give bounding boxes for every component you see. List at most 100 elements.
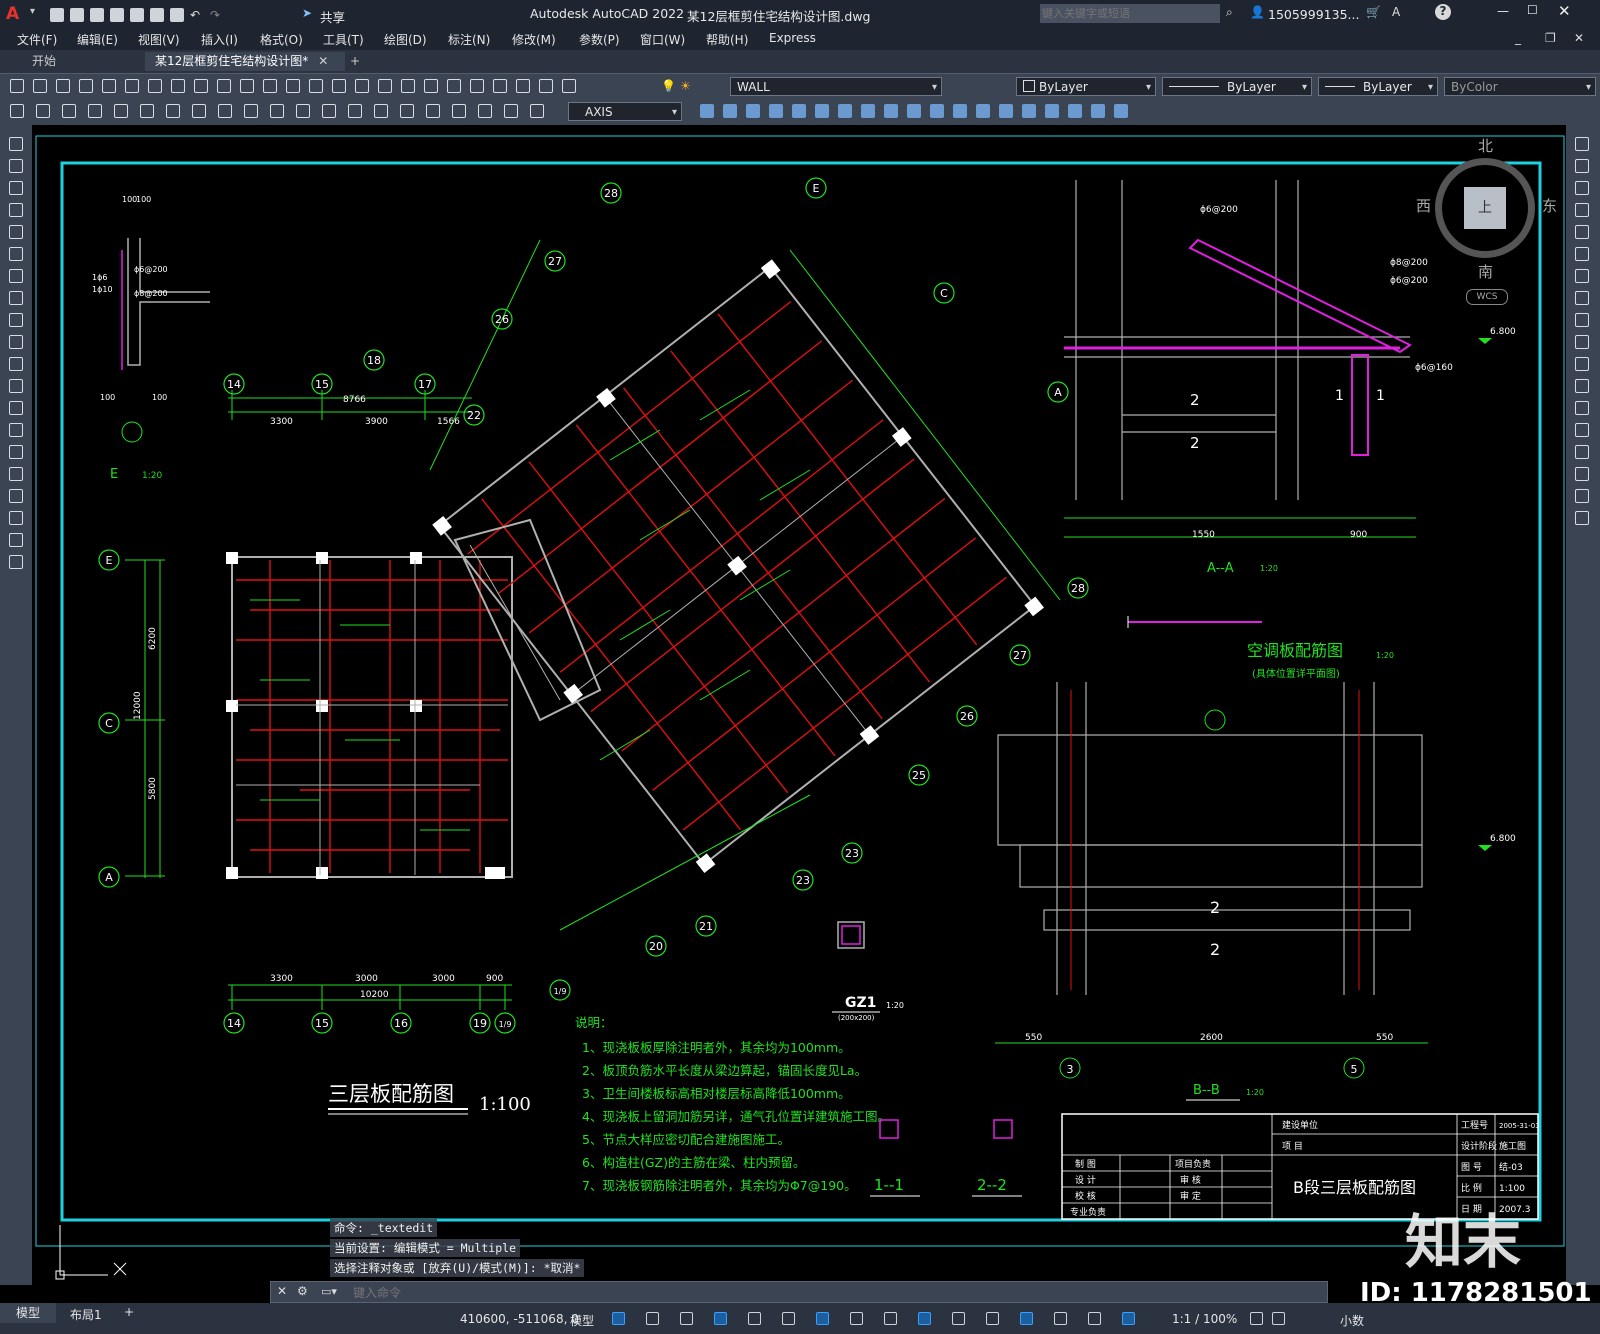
search-box[interactable] xyxy=(1040,4,1220,23)
blend-icon[interactable] xyxy=(1575,489,1589,503)
layer-props-icon[interactable] xyxy=(562,79,576,93)
undo-icon[interactable] xyxy=(263,79,277,93)
explode-icon[interactable] xyxy=(1575,511,1589,525)
dim-break-icon[interactable] xyxy=(322,104,336,118)
close-icon[interactable]: ✕ xyxy=(1558,2,1571,20)
save-icon[interactable] xyxy=(90,7,104,22)
construction-line-icon[interactable] xyxy=(9,159,23,173)
offset-icon[interactable] xyxy=(1575,203,1589,217)
model-space-toggle[interactable]: 模型 xyxy=(570,1312,594,1329)
spline-icon[interactable] xyxy=(9,313,23,327)
viewcube-east[interactable]: 东 xyxy=(1542,195,1557,216)
erase-icon[interactable] xyxy=(1575,137,1589,151)
table-icon[interactable] xyxy=(9,511,23,525)
fillet-icon[interactable] xyxy=(1575,467,1589,481)
menu-modify[interactable]: 修改(M) xyxy=(512,31,556,48)
hatch-icon[interactable] xyxy=(9,445,23,459)
doc-restore-icon[interactable]: ❐ xyxy=(1545,31,1556,45)
dim-baseline-icon[interactable] xyxy=(244,104,258,118)
command-input[interactable] xyxy=(351,1283,1255,1303)
break-point-icon[interactable] xyxy=(1575,379,1589,393)
block-editor-icon[interactable] xyxy=(723,104,737,118)
match-icon[interactable] xyxy=(240,79,254,93)
viewcube-top-face[interactable]: 上 xyxy=(1464,187,1506,229)
toolpalette-icon[interactable] xyxy=(447,79,461,93)
redo-icon[interactable]: ↷ xyxy=(210,8,224,22)
dimstyle-dropdown[interactable]: AXIS xyxy=(568,102,682,122)
viewcube-west[interactable]: 西 xyxy=(1416,195,1431,216)
field-icon[interactable] xyxy=(838,104,852,118)
search-icon[interactable]: ⌕ xyxy=(1226,5,1233,20)
jogged-linear-icon[interactable] xyxy=(426,104,440,118)
mirror-icon[interactable] xyxy=(1575,181,1589,195)
region-icon[interactable] xyxy=(930,104,944,118)
circle-icon[interactable] xyxy=(9,269,23,283)
sheetset-icon[interactable] xyxy=(470,79,484,93)
cart-icon[interactable]: 🛒 xyxy=(1366,5,1381,19)
zoom-window-icon[interactable] xyxy=(355,79,369,93)
dim-aligned-icon[interactable] xyxy=(36,104,50,118)
gizmo-icon[interactable] xyxy=(1054,1312,1067,1325)
3d-osnap-icon[interactable] xyxy=(952,1312,965,1325)
menu-tools[interactable]: 工具(T) xyxy=(323,31,364,48)
dim-arc-icon[interactable] xyxy=(62,104,76,118)
menu-window[interactable]: 窗口(W) xyxy=(640,31,685,48)
xref-icon[interactable] xyxy=(769,104,783,118)
menu-dimension[interactable]: 标注(N) xyxy=(448,31,490,48)
polar-icon[interactable] xyxy=(714,1312,727,1325)
point-icon[interactable] xyxy=(9,423,23,437)
attribute-icon[interactable] xyxy=(746,104,760,118)
auto-scale-icon[interactable] xyxy=(1122,1312,1135,1325)
print-icon[interactable] xyxy=(79,79,93,93)
bulb-icon[interactable]: 💡 xyxy=(661,79,676,93)
dim-linear-icon[interactable] xyxy=(10,104,24,118)
viewcube-north[interactable]: 北 xyxy=(1478,135,1493,156)
open-icon[interactable] xyxy=(33,79,47,93)
array-icon[interactable] xyxy=(1575,225,1589,239)
trim-icon[interactable] xyxy=(1575,335,1589,349)
dim-text-edit-icon[interactable] xyxy=(478,104,492,118)
publish-icon[interactable] xyxy=(125,79,139,93)
command-close-icon[interactable]: ✕ xyxy=(277,1284,287,1298)
chamfer-icon[interactable] xyxy=(1575,445,1589,459)
tab-close-icon[interactable]: ✕ xyxy=(318,54,328,68)
dim-diameter-icon[interactable] xyxy=(166,104,180,118)
menu-help[interactable]: 帮助(H) xyxy=(706,31,748,48)
polyline-icon[interactable] xyxy=(9,181,23,195)
tab-layout1[interactable]: 布局1 xyxy=(70,1306,102,1323)
properties-icon[interactable] xyxy=(401,79,415,93)
dim-continue-icon[interactable] xyxy=(270,104,284,118)
hatch-icon[interactable] xyxy=(884,104,898,118)
tolerance-icon[interactable] xyxy=(348,104,362,118)
rotate-icon[interactable] xyxy=(1575,269,1589,283)
dim-style-icon[interactable] xyxy=(530,104,544,118)
redo-icon[interactable] xyxy=(286,79,300,93)
help-icon[interactable] xyxy=(539,79,553,93)
dim-space-icon[interactable] xyxy=(296,104,310,118)
break-icon[interactable] xyxy=(1575,401,1589,415)
mtext-icon[interactable] xyxy=(9,533,23,547)
ortho-icon[interactable] xyxy=(680,1312,693,1325)
osnap-track-icon[interactable] xyxy=(782,1312,795,1325)
menu-express[interactable]: Express xyxy=(769,31,816,45)
dim-update-icon[interactable] xyxy=(504,104,518,118)
zoom-icon[interactable] xyxy=(332,79,346,93)
lineweight-dropdown[interactable]: ByLayer xyxy=(1318,77,1438,97)
viewcube-south[interactable]: 南 xyxy=(1478,261,1493,282)
share-button[interactable]: 共享 xyxy=(320,7,345,26)
help-icon[interactable]: ? xyxy=(1435,4,1451,20)
inspect-icon[interactable] xyxy=(400,104,414,118)
gradient-icon[interactable] xyxy=(9,467,23,481)
copy-icon[interactable] xyxy=(1575,159,1589,173)
selection-filter-icon[interactable] xyxy=(1020,1312,1033,1325)
dim-edit-icon[interactable] xyxy=(452,104,466,118)
mtext-icon[interactable] xyxy=(976,104,990,118)
print-icon[interactable] xyxy=(170,7,184,22)
calc-icon[interactable] xyxy=(516,79,530,93)
search-input[interactable] xyxy=(1040,4,1220,23)
dim-jog-icon[interactable] xyxy=(140,104,154,118)
wcs-menu[interactable]: WCS xyxy=(1466,289,1508,305)
menu-view[interactable]: 视图(V) xyxy=(138,31,180,48)
open-icon[interactable] xyxy=(70,7,84,22)
menu-edit[interactable]: 编辑(E) xyxy=(77,31,118,48)
